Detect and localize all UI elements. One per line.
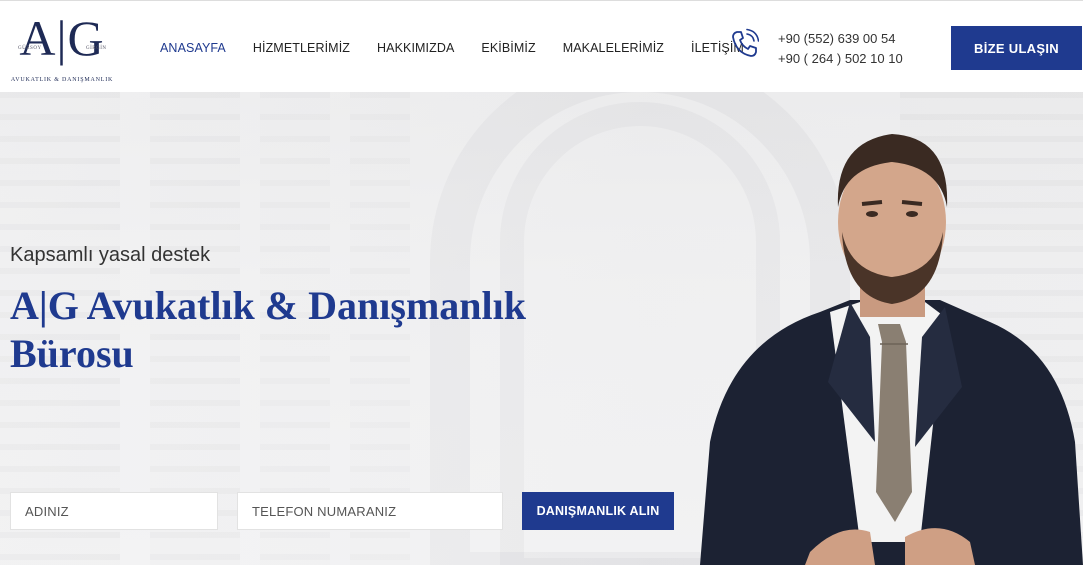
site-header: A|G GÜRSOY GİRGİN AVUKATLIK & DANIŞMANLI… bbox=[0, 0, 1083, 92]
get-consultation-button[interactable]: DANIŞMANLIK ALIN bbox=[522, 492, 674, 530]
name-input[interactable]: ADINIZ bbox=[10, 492, 218, 530]
nav-item-hakkimizda[interactable]: HAKKIMIZDA bbox=[377, 41, 454, 55]
phone-input[interactable]: TELEFON NUMARANIZ bbox=[237, 492, 503, 530]
logo-subtitle: AVUKATLIK & DANIŞMANLIK bbox=[10, 77, 114, 83]
hero-title: A|G Avukatlık & Danışmanlık Bürosu bbox=[10, 283, 526, 376]
phone-number-1[interactable]: +90 (552) 639 00 54 bbox=[778, 29, 903, 49]
nav-item-ekibimiz[interactable]: EKİBİMİZ bbox=[481, 41, 535, 55]
nav-item-hizmetlerimiz[interactable]: HİZMETLERİMİZ bbox=[253, 41, 350, 55]
contact-us-button[interactable]: BİZE ULAŞIN bbox=[951, 26, 1082, 70]
logo-left-text: GÜRSOY bbox=[18, 46, 42, 51]
main-nav: ANASAYFA HİZMETLERİMİZ HAKKIMIZDA EKİBİM… bbox=[160, 41, 771, 55]
hero-section: Kapsamlı yasal destek A|G Avukatlık & Da… bbox=[0, 92, 1083, 565]
nav-item-makalelerimiz[interactable]: MAKALELERİMİZ bbox=[563, 41, 664, 55]
lawyer-portrait bbox=[700, 134, 1083, 565]
phone-numbers: +90 (552) 639 00 54 +90 ( 264 ) 502 10 1… bbox=[778, 29, 903, 69]
hero-tagline: Kapsamlı yasal destek bbox=[10, 244, 211, 266]
nav-item-anasayfa[interactable]: ANASAYFA bbox=[160, 41, 226, 55]
phone-number-2[interactable]: +90 ( 264 ) 502 10 10 bbox=[778, 49, 903, 69]
logo-monogram: A|G bbox=[19, 10, 105, 66]
logo-right-text: GİRGİN bbox=[86, 46, 107, 51]
logo[interactable]: A|G GÜRSOY GİRGİN AVUKATLIK & DANIŞMANLI… bbox=[10, 9, 114, 87]
phone-icon bbox=[732, 28, 759, 57]
